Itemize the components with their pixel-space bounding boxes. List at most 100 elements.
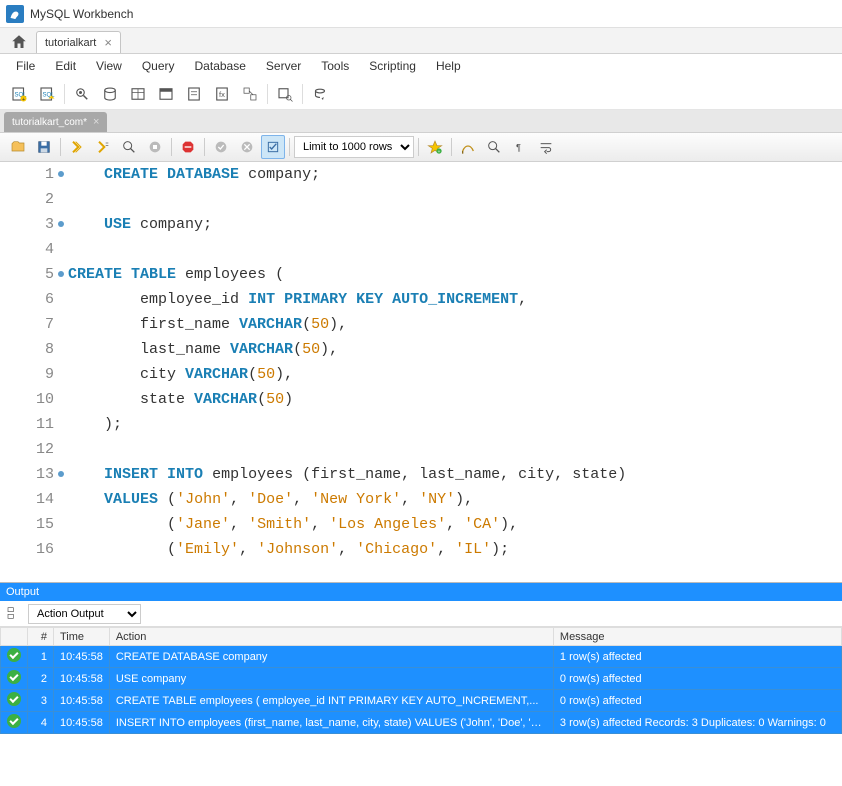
search-table-icon[interactable] (272, 81, 298, 107)
menu-server[interactable]: Server (258, 57, 309, 75)
output-mode-select[interactable]: Action Output (28, 604, 141, 624)
explain-icon[interactable] (117, 135, 141, 159)
app-logo-icon (6, 5, 24, 23)
editor-toolbar: Limit to 1000 rows + ¶ (0, 132, 842, 162)
row-action: CREATE DATABASE company (109, 646, 553, 668)
execute-current-icon[interactable] (91, 135, 115, 159)
sql-tab-bar: tutorialkart_com* × (0, 110, 842, 132)
row-message: 0 row(s) affected (553, 668, 841, 690)
col-message: Message (553, 628, 841, 646)
menu-database[interactable]: Database (187, 57, 254, 75)
close-icon[interactable]: × (104, 35, 112, 50)
menu-scripting[interactable]: Scripting (361, 57, 424, 75)
new-sql-tab-icon[interactable]: SQL+ (6, 81, 32, 107)
code-line[interactable]: ); (68, 412, 842, 437)
code-line[interactable]: CREATE TABLE employees ( (68, 262, 842, 287)
output-row[interactable]: 410:45:58INSERT INTO employees (first_na… (1, 712, 842, 734)
code-line[interactable]: VALUES ('John', 'Doe', 'New York', 'NY')… (68, 487, 842, 512)
connection-tab[interactable]: tutorialkart × (36, 31, 121, 53)
table-icon[interactable] (125, 81, 151, 107)
code-line[interactable]: employee_id INT PRIMARY KEY AUTO_INCREME… (68, 287, 842, 312)
commit-icon[interactable] (209, 135, 233, 159)
output-row[interactable]: 210:45:58USE company0 row(s) affected (1, 668, 842, 690)
menu-edit[interactable]: Edit (47, 57, 84, 75)
code-line[interactable]: last_name VARCHAR(50), (68, 337, 842, 362)
code-line[interactable]: USE company; (68, 212, 842, 237)
code-line[interactable]: state VARCHAR(50) (68, 387, 842, 412)
code-line[interactable] (68, 187, 842, 212)
menu-query[interactable]: Query (134, 57, 183, 75)
word-wrap-icon[interactable] (534, 135, 558, 159)
save-icon[interactable] (32, 135, 56, 159)
sql-tab-label: tutorialkart_com* (12, 117, 87, 128)
line-number: 14 (0, 487, 54, 512)
function-icon[interactable]: fx (209, 81, 235, 107)
diagram-icon[interactable] (237, 81, 263, 107)
svg-text:+: + (22, 96, 25, 102)
toolbar-separator (64, 84, 65, 104)
code-line[interactable] (68, 437, 842, 462)
line-number: 6 (0, 287, 54, 312)
output-header: Output (0, 583, 842, 601)
code-line[interactable]: ('Jane', 'Smith', 'Los Angeles', 'CA'), (68, 512, 842, 537)
find-icon[interactable] (482, 135, 506, 159)
open-file-icon[interactable] (6, 135, 30, 159)
code-area[interactable]: CREATE DATABASE company; USE company; CR… (60, 162, 842, 582)
favorites-icon[interactable]: + (423, 135, 447, 159)
invisible-chars-icon[interactable]: ¶ (508, 135, 532, 159)
output-mode-icon[interactable] (6, 605, 24, 623)
svg-text:+: + (438, 149, 441, 154)
menu-view[interactable]: View (88, 57, 130, 75)
sql-editor[interactable]: 12345678910111213141516 CREATE DATABASE … (0, 162, 842, 582)
code-line[interactable]: ('Emily', 'Johnson', 'Chicago', 'IL'); (68, 537, 842, 562)
close-icon[interactable]: × (93, 116, 99, 128)
status-icon (1, 668, 28, 690)
stop-icon[interactable] (143, 135, 167, 159)
rollback-icon[interactable] (235, 135, 259, 159)
limit-rows-select[interactable]: Limit to 1000 rows (294, 136, 414, 158)
reconnect-icon[interactable] (307, 81, 333, 107)
output-row[interactable]: 110:45:58CREATE DATABASE company1 row(s)… (1, 646, 842, 668)
beautify-icon[interactable] (456, 135, 480, 159)
row-action: CREATE TABLE employees ( employee_id INT… (109, 690, 553, 712)
output-panel: Output Action Output # Time Action Messa… (0, 582, 842, 734)
code-line[interactable] (68, 237, 842, 262)
status-icon (1, 712, 28, 734)
line-number: 3 (0, 212, 54, 237)
line-number: 9 (0, 362, 54, 387)
row-message: 3 row(s) affected Records: 3 Duplicates:… (553, 712, 841, 734)
code-line[interactable]: city VARCHAR(50), (68, 362, 842, 387)
connection-tab-bar: tutorialkart × (0, 28, 842, 54)
row-time: 10:45:58 (54, 712, 110, 734)
output-row[interactable]: 310:45:58CREATE TABLE employees ( employ… (1, 690, 842, 712)
stop-on-error-icon[interactable] (176, 135, 200, 159)
line-number: 2 (0, 187, 54, 212)
sql-tab[interactable]: tutorialkart_com* × (4, 112, 107, 132)
row-number: 1 (28, 646, 54, 668)
home-icon[interactable] (6, 31, 32, 53)
line-number: 12 (0, 437, 54, 462)
menu-help[interactable]: Help (428, 57, 469, 75)
row-number: 4 (28, 712, 54, 734)
line-number: 15 (0, 512, 54, 537)
menu-tools[interactable]: Tools (313, 57, 357, 75)
inspector-icon[interactable] (69, 81, 95, 107)
execute-icon[interactable] (65, 135, 89, 159)
code-line[interactable]: CREATE DATABASE company; (68, 162, 842, 187)
col-status (1, 628, 28, 646)
row-action: USE company (109, 668, 553, 690)
toolbar-separator (302, 84, 303, 104)
autocommit-toggle-icon[interactable] (261, 135, 285, 159)
view-icon[interactable] (153, 81, 179, 107)
schema-icon[interactable] (97, 81, 123, 107)
open-sql-file-icon[interactable]: SQL (34, 81, 60, 107)
line-number: 7 (0, 312, 54, 337)
menu-file[interactable]: File (8, 57, 43, 75)
toolbar-separator (204, 138, 205, 156)
procedure-icon[interactable] (181, 81, 207, 107)
code-line[interactable]: INSERT INTO employees (first_name, last_… (68, 462, 842, 487)
row-time: 10:45:58 (54, 668, 110, 690)
col-number: # (28, 628, 54, 646)
title-bar: MySQL Workbench (0, 0, 842, 28)
code-line[interactable]: first_name VARCHAR(50), (68, 312, 842, 337)
